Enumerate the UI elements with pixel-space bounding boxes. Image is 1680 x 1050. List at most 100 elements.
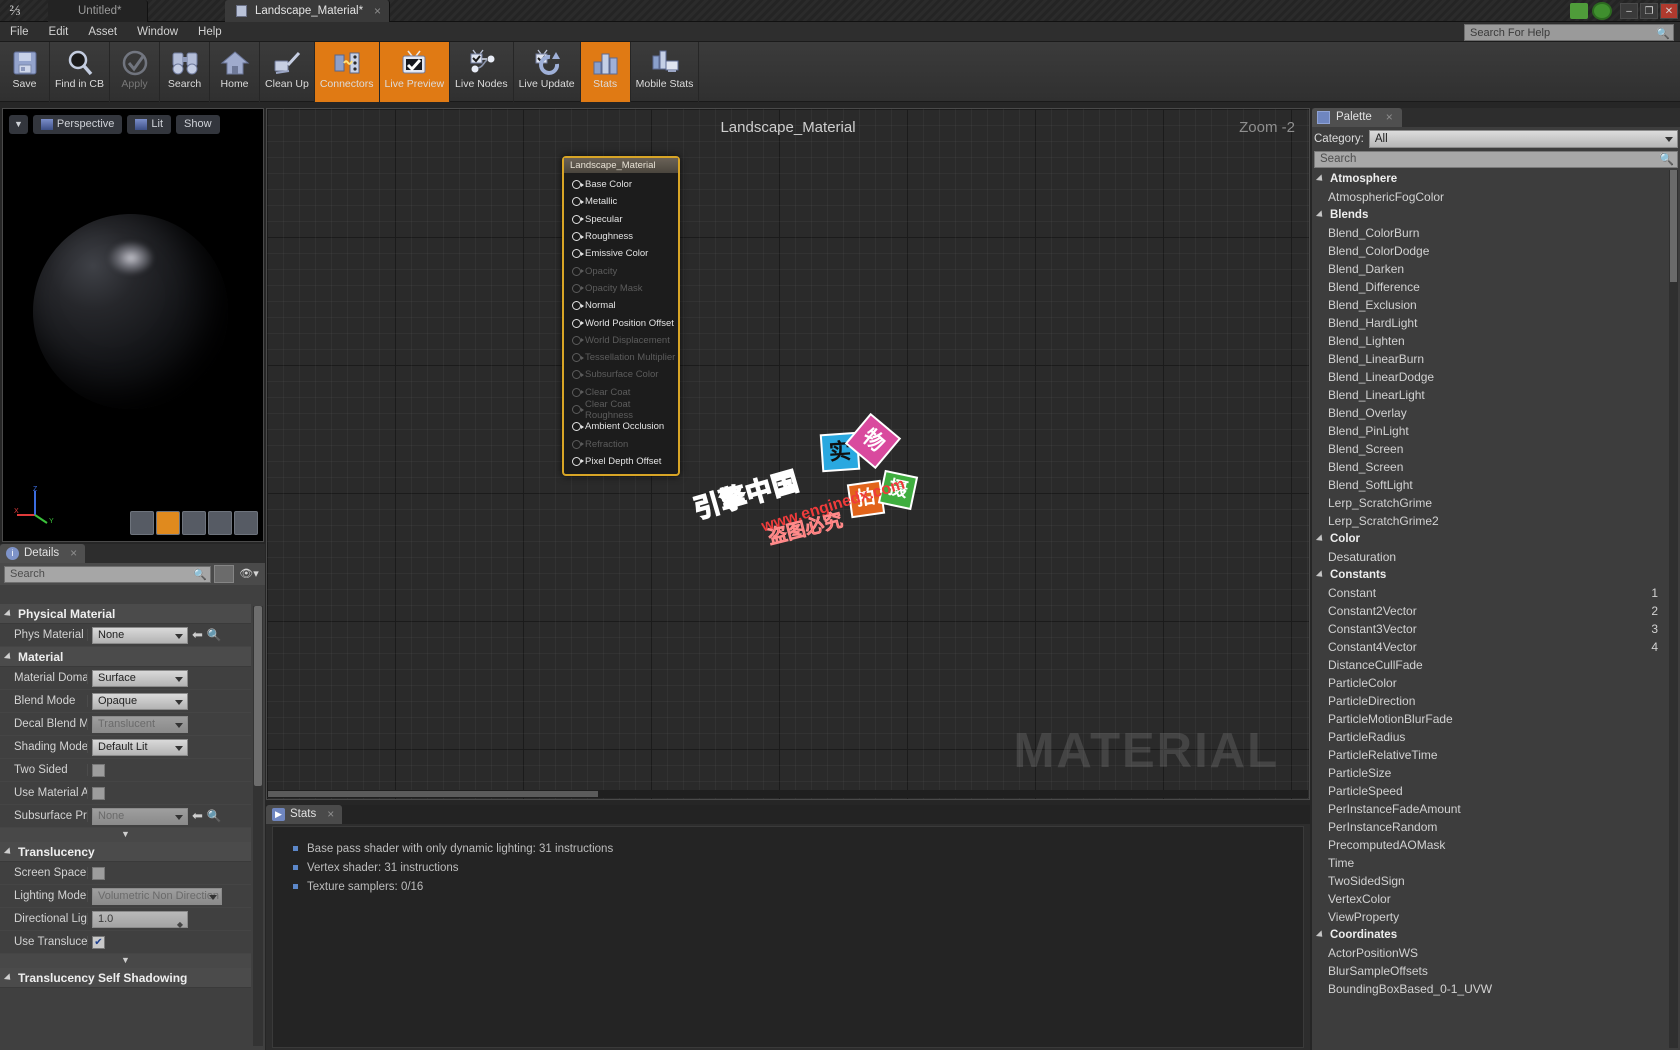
- palette-item[interactable]: TwoSidedSign: [1314, 872, 1678, 890]
- plugin-chip-icon[interactable]: [1570, 3, 1588, 19]
- menu-item-window[interactable]: Window: [127, 22, 188, 42]
- node-pin-clear-coat-roughness[interactable]: Clear Coat Roughness: [564, 401, 678, 418]
- palette-item[interactable]: Blend_ColorDodge: [1314, 242, 1678, 260]
- node-pin-world-displacement[interactable]: World Displacement: [564, 332, 678, 349]
- palette-item[interactable]: ParticleDirection: [1314, 692, 1678, 710]
- node-pin-world-position-offset[interactable]: World Position Offset: [564, 314, 678, 331]
- details-section-material[interactable]: Material: [0, 647, 251, 667]
- node-pin-pixel-depth-offset[interactable]: Pixel Depth Offset: [564, 453, 678, 470]
- palette-group-atmosphere[interactable]: Atmosphere: [1314, 170, 1678, 188]
- toolbar-button-home[interactable]: Home: [210, 42, 260, 102]
- details-section-translucency[interactable]: Translucency: [0, 842, 251, 862]
- pin-dot-icon[interactable]: [572, 249, 581, 258]
- preview-teapot-button[interactable]: [234, 511, 258, 535]
- toolbar-button-search[interactable]: Search: [160, 42, 210, 102]
- graph-scrollbar-thumb[interactable]: [268, 791, 598, 797]
- palette-item[interactable]: ParticleSize: [1314, 764, 1678, 782]
- material-preview-viewport[interactable]: ▼ Perspective Lit Show X Y Z: [2, 108, 264, 542]
- node-pin-opacity[interactable]: Opacity: [564, 262, 678, 279]
- palette-item[interactable]: Blend_SoftLight: [1314, 476, 1678, 494]
- close-icon[interactable]: ×: [327, 805, 334, 824]
- palette-item[interactable]: Blend_ColorBurn: [1314, 224, 1678, 242]
- palette-group-constants[interactable]: Constants: [1314, 566, 1678, 584]
- toolbar-button-clean-up[interactable]: Clean Up: [260, 42, 315, 102]
- node-pin-metallic[interactable]: Metallic: [564, 193, 678, 210]
- pin-dot-icon[interactable]: [572, 180, 581, 189]
- two-sided-checkbox[interactable]: [92, 764, 105, 777]
- palette-item[interactable]: Blend_Screen: [1314, 440, 1678, 458]
- use-material-attributes-checkbox[interactable]: [92, 787, 105, 800]
- palette-item[interactable]: BoundingBoxBased_0-1_UVW: [1314, 980, 1678, 998]
- phys-material-combo[interactable]: None: [92, 627, 188, 644]
- palette-item[interactable]: ActorPositionWS: [1314, 944, 1678, 962]
- details-grid-view-button[interactable]: [214, 565, 234, 583]
- palette-group-color[interactable]: Color: [1314, 530, 1678, 548]
- tab-palette[interactable]: Palette ×: [1312, 108, 1402, 127]
- pin-dot-icon[interactable]: [572, 215, 581, 224]
- node-pin-roughness[interactable]: Roughness: [564, 228, 678, 245]
- palette-item[interactable]: Blend_Lighten: [1314, 332, 1678, 350]
- palette-item[interactable]: Lerp_ScratchGrime2: [1314, 512, 1678, 530]
- reset-arrow-icon[interactable]: ⬅: [192, 808, 203, 824]
- pin-dot-icon[interactable]: [572, 353, 581, 362]
- palette-item[interactable]: BlurSampleOffsets: [1314, 962, 1678, 980]
- window-tab-landscape-material[interactable]: Landscape_Material* ×: [225, 0, 390, 22]
- details-section-physical-material[interactable]: Physical Material: [0, 604, 251, 624]
- details-visibility-button[interactable]: 👁▾: [237, 565, 261, 583]
- node-pin-specular[interactable]: Specular: [564, 211, 678, 228]
- palette-item[interactable]: ParticleColor: [1314, 674, 1678, 692]
- pin-dot-icon[interactable]: [572, 284, 581, 293]
- directional-lighting-input[interactable]: 1.0 ◆: [92, 911, 188, 928]
- blend-mode-combo[interactable]: Opaque: [92, 693, 188, 710]
- node-pin-ambient-occlusion[interactable]: Ambient Occlusion: [564, 418, 678, 435]
- menu-item-edit[interactable]: Edit: [39, 22, 79, 42]
- close-icon[interactable]: ×: [374, 0, 381, 22]
- reset-arrow-icon[interactable]: ⬅: [192, 627, 203, 643]
- pin-dot-icon[interactable]: [572, 422, 581, 431]
- palette-item[interactable]: Constant3Vector3: [1314, 620, 1678, 638]
- details-expand-more-button-2[interactable]: ▼: [0, 954, 251, 968]
- toolbar-button-save[interactable]: Save: [0, 42, 50, 102]
- toolbar-button-live-preview[interactable]: Live Preview: [380, 42, 451, 102]
- details-scrollbar-thumb[interactable]: [254, 606, 262, 786]
- preview-plane-button[interactable]: [182, 511, 206, 535]
- pin-dot-icon[interactable]: [572, 336, 581, 345]
- node-pin-tessellation-multiplier[interactable]: Tessellation Multiplier: [564, 349, 678, 366]
- palette-item[interactable]: Constant2Vector2: [1314, 602, 1678, 620]
- node-pin-base-color[interactable]: Base Color: [564, 176, 678, 193]
- palette-item[interactable]: PrecomputedAOMask: [1314, 836, 1678, 854]
- preview-sphere-button[interactable]: [156, 511, 180, 535]
- palette-item[interactable]: PerInstanceRandom: [1314, 818, 1678, 836]
- tab-details[interactable]: i Details ×: [0, 544, 85, 563]
- toolbar-button-mobile-stats[interactable]: Mobile Stats: [631, 42, 700, 102]
- palette-category-combo[interactable]: All: [1369, 130, 1678, 148]
- details-section-translucency-self-shadowing[interactable]: Translucency Self Shadowing: [0, 968, 251, 988]
- palette-item[interactable]: Blend_LinearLight: [1314, 386, 1678, 404]
- details-scrollbar[interactable]: [253, 606, 263, 1046]
- menu-item-help[interactable]: Help: [188, 22, 232, 42]
- node-pin-opacity-mask[interactable]: Opacity Mask: [564, 280, 678, 297]
- palette-item[interactable]: ParticleSpeed: [1314, 782, 1678, 800]
- palette-item[interactable]: Blend_LinearBurn: [1314, 350, 1678, 368]
- minimize-button[interactable]: –: [1620, 3, 1638, 19]
- palette-item[interactable]: Constant4Vector4: [1314, 638, 1678, 656]
- browse-icon[interactable]: 🔍: [207, 628, 222, 642]
- toolbar-button-live-update[interactable]: Live Update: [514, 42, 581, 102]
- node-pin-refraction[interactable]: Refraction: [564, 435, 678, 452]
- close-button[interactable]: ✕: [1660, 3, 1678, 19]
- pin-dot-icon[interactable]: [572, 440, 581, 449]
- palette-item[interactable]: ParticleRadius: [1314, 728, 1678, 746]
- subsurface-profile-combo[interactable]: None: [92, 808, 188, 825]
- palette-search-input[interactable]: Search 🔍: [1314, 151, 1678, 168]
- node-pin-subsurface-color[interactable]: Subsurface Color: [564, 366, 678, 383]
- menu-item-asset[interactable]: Asset: [78, 22, 127, 42]
- palette-item[interactable]: Blend_Screen: [1314, 458, 1678, 476]
- viewport-show-button[interactable]: Show: [176, 115, 220, 134]
- details-search-input[interactable]: Search 🔍: [4, 566, 211, 583]
- pin-dot-icon[interactable]: [572, 388, 581, 397]
- material-domain-combo[interactable]: Surface: [92, 670, 188, 687]
- toolbar-button-apply[interactable]: Apply: [110, 42, 160, 102]
- graph-horizontal-scrollbar[interactable]: [268, 790, 1308, 798]
- material-graph-editor[interactable]: Landscape_Material Zoom -2 MATERIAL Land…: [266, 108, 1310, 800]
- pin-dot-icon[interactable]: [572, 319, 581, 328]
